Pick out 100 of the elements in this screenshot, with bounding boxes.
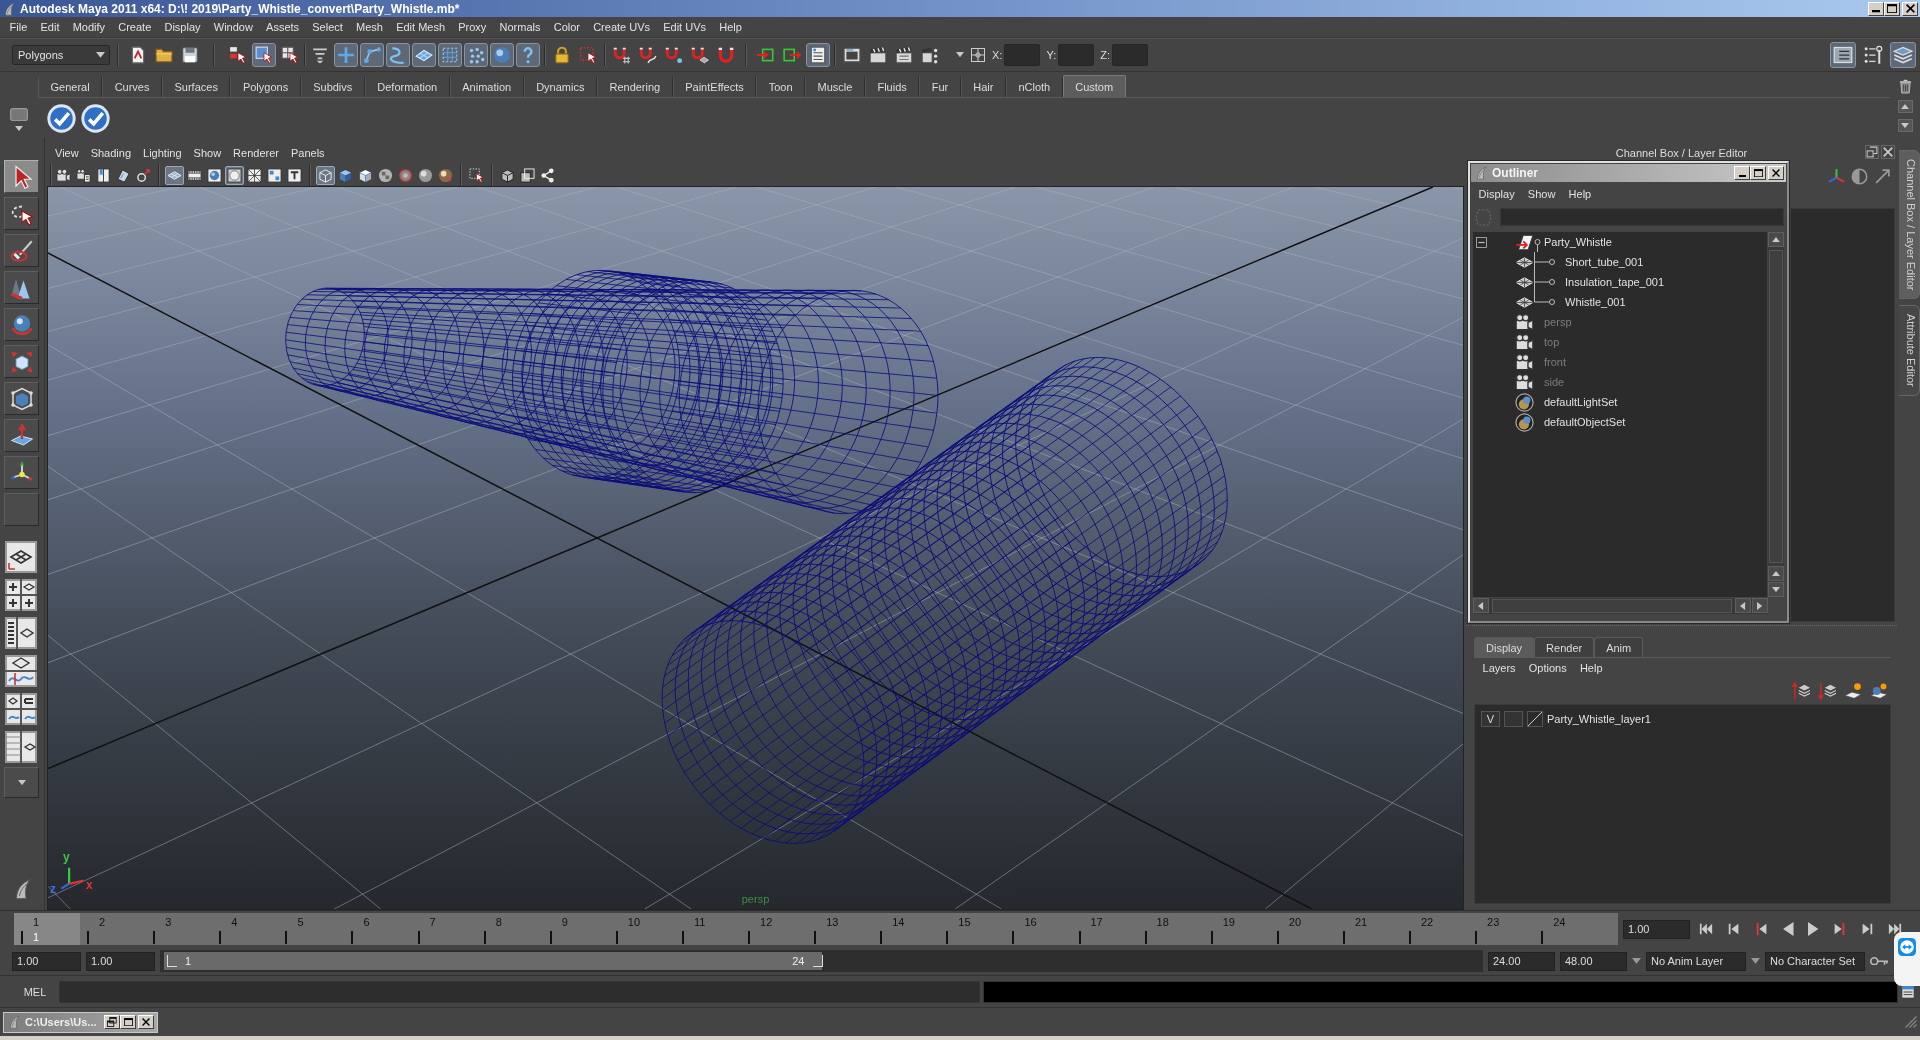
scroll-thumb[interactable] [1769, 250, 1783, 563]
caret-down-icon[interactable] [956, 52, 964, 58]
checkmark-icon[interactable] [81, 103, 110, 133]
joint-chain-button[interactable] [360, 43, 384, 67]
minimize-button[interactable] [1734, 166, 1750, 180]
caret-down-icon[interactable] [1751, 958, 1760, 964]
outliner-item[interactable]: Short_tube_001 [1565, 256, 1644, 268]
half-circle-icon[interactable] [1851, 168, 1868, 185]
scrollbar[interactable] [1768, 232, 1784, 597]
scroll-down-button[interactable] [1768, 582, 1784, 597]
circle-frame-button[interactable] [225, 165, 244, 185]
playback-end-field[interactable]: 24.00 [1488, 951, 1555, 971]
play-icon[interactable] [1807, 922, 1818, 936]
menu-item[interactable]: Show [1521, 188, 1562, 200]
list-view-layout-icon[interactable] [5, 617, 37, 649]
layout-menu-button[interactable] [4, 767, 39, 798]
playback-start-field[interactable]: 1.00 [86, 951, 155, 971]
menu-item[interactable]: Proxy [451, 21, 493, 33]
scroll-up-button[interactable] [1897, 100, 1913, 113]
sphere-frame-button[interactable] [205, 165, 224, 185]
scrollbar[interactable] [1473, 598, 1768, 614]
question-mark-button[interactable] [516, 43, 540, 67]
scroll-left-button[interactable] [1735, 598, 1751, 613]
crosshair-box-icon[interactable] [970, 47, 986, 63]
layer-stack-button[interactable] [1890, 42, 1916, 68]
menu-item[interactable]: Panels [284, 147, 331, 159]
character-set-dropdown[interactable]: No Character Set [1765, 951, 1865, 971]
menu-item[interactable]: Mesh [349, 21, 390, 33]
outliner-item[interactable]: Party_Whistle [1544, 236, 1612, 248]
maximize-button[interactable] [1884, 1, 1900, 16]
shelf-tab[interactable]: Toon [756, 77, 806, 97]
anim-layer-dropdown[interactable]: No Anim Layer [1646, 951, 1746, 971]
menu-item[interactable]: Edit [33, 21, 67, 33]
shelf-tab[interactable]: Rendering [596, 77, 673, 97]
tab[interactable]: Anim [1594, 637, 1644, 657]
crossed-frame-button[interactable] [245, 165, 264, 185]
menu-item[interactable]: View [49, 147, 85, 159]
outliner-item[interactable]: defaultLightSet [1544, 396, 1618, 408]
tool-button[interactable] [4, 197, 39, 230]
rounded-square-icon[interactable] [10, 108, 28, 122]
sphere-button[interactable] [490, 43, 514, 67]
shelf-tab[interactable]: Hair [960, 77, 1006, 97]
start-time-field[interactable]: 1.00 [12, 951, 81, 971]
end-time-field[interactable]: 48.00 [1560, 951, 1627, 971]
range-handle[interactable] [812, 955, 823, 967]
particles-button[interactable] [464, 43, 488, 67]
menu-item[interactable]: Create UVs [586, 21, 657, 33]
outliner-item[interactable]: defaultObjectSet [1544, 416, 1626, 428]
restore-button[interactable] [104, 1015, 120, 1029]
surface-patch-button[interactable] [412, 43, 436, 67]
trash-icon[interactable] [1897, 79, 1913, 94]
checkmark-icon[interactable] [47, 103, 76, 133]
shelf-tab[interactable]: Polygons [230, 77, 301, 97]
menu-item[interactable]: Shading [84, 147, 138, 159]
play-backward-icon[interactable] [1783, 922, 1794, 936]
grid-plane-button[interactable] [165, 165, 184, 185]
tool-button[interactable] [4, 234, 39, 267]
search-field[interactable] [1500, 208, 1784, 226]
float-button[interactable] [1865, 145, 1879, 159]
maximize-button[interactable] [120, 1015, 136, 1029]
shelf-tab[interactable]: Animation [449, 77, 524, 97]
menu-item[interactable]: Edit Mesh [389, 21, 452, 33]
scroll-left-button[interactable] [1473, 598, 1489, 613]
scroll-up-button[interactable] [1768, 566, 1784, 581]
side-tab[interactable]: Attribute Editor [1899, 305, 1920, 397]
time-slider[interactable]: 1 1 2 3 4 5 6 7 8 9 10 11 12 13 14 15 16 17 18 19 20 21 22 23 24 [14, 913, 1618, 945]
menu-item[interactable]: Options [1522, 662, 1574, 674]
axes-icon[interactable] [1828, 168, 1845, 185]
menu-item[interactable]: Create [111, 21, 158, 33]
tab[interactable]: Display [1474, 637, 1535, 657]
single-view-layout-icon[interactable] [5, 541, 37, 573]
maximize-button[interactable] [1750, 166, 1766, 180]
caret-down-icon[interactable] [1632, 958, 1641, 964]
viewport-panel[interactable]: y z x persp [47, 186, 1464, 910]
collapse-icon[interactable] [1476, 236, 1487, 248]
shelf-tab[interactable]: nCloth [1005, 77, 1063, 97]
key-icon[interactable] [1870, 956, 1888, 966]
menu-item[interactable]: Lighting [137, 147, 188, 159]
go-to-end-icon[interactable] [1888, 922, 1902, 936]
overlap-squares-button[interactable] [518, 165, 537, 185]
step-back-icon[interactable] [1727, 922, 1741, 936]
scroll-thumb[interactable] [1492, 599, 1732, 613]
input-field[interactable] [1004, 44, 1041, 66]
caret-down-icon[interactable] [15, 126, 23, 132]
select-cursor-button[interactable] [467, 165, 486, 185]
slashed-box-icon[interactable] [1527, 711, 1543, 727]
menu-item[interactable]: Layers [1476, 662, 1523, 674]
wire-cube-button[interactable] [316, 165, 335, 185]
four-view-layout-icon[interactable] [5, 579, 37, 611]
tool-button[interactable] [4, 271, 39, 304]
tool-button[interactable] [4, 382, 39, 415]
close-button[interactable] [1881, 145, 1895, 159]
shelf-tab[interactable]: General [38, 77, 103, 97]
input-field[interactable] [1058, 44, 1095, 66]
shelf-tab[interactable]: Custom [1062, 75, 1126, 97]
input-field[interactable] [1112, 44, 1148, 66]
curve-button[interactable] [386, 43, 410, 67]
step-forward-key-icon[interactable] [1832, 922, 1846, 936]
menu-item[interactable]: Select [305, 21, 350, 33]
shelf-tab[interactable]: Surfaces [162, 77, 231, 97]
